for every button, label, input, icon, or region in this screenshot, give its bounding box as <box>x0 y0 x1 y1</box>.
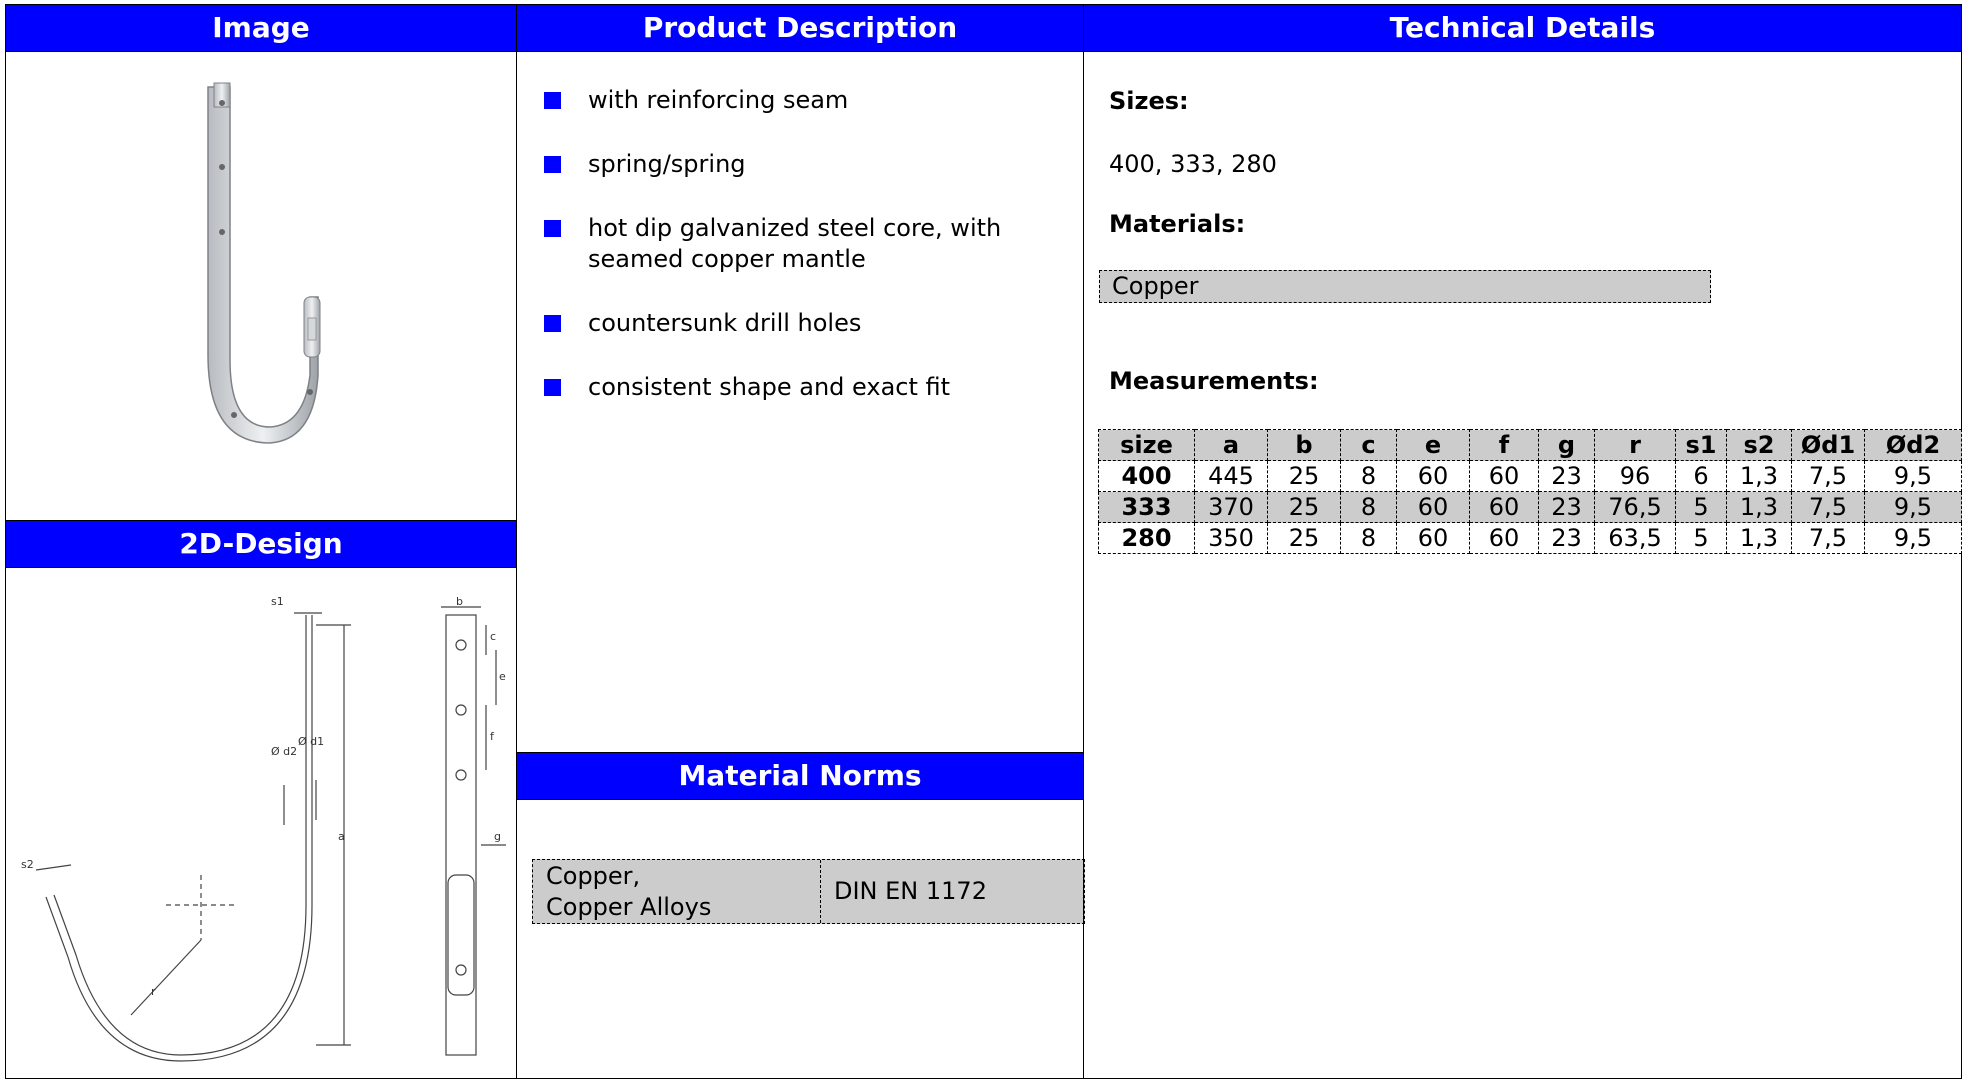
table-cell: 9,5 <box>1864 460 1962 492</box>
table-cell: 7,5 <box>1791 491 1865 523</box>
table-cell: 63,5 <box>1594 522 1676 554</box>
bullet-square-icon <box>544 220 561 237</box>
label-f: f <box>490 730 495 743</box>
label-g: g <box>494 830 501 843</box>
table-cell: 60 <box>1396 491 1470 523</box>
table-cell: 1,3 <box>1726 522 1792 554</box>
technical-header: Technical Details <box>1084 5 1961 52</box>
norms-header: Material Norms <box>517 752 1083 800</box>
table-cell: 60 <box>1469 491 1539 523</box>
col-header: e <box>1396 429 1470 461</box>
image-column: Image 2D-Design s1 s2 Ø d2 Ø d1 a r b c … <box>5 4 517 1079</box>
col-header: f <box>1469 429 1539 461</box>
material-value: Copper <box>1112 272 1199 300</box>
label-s2: s2 <box>21 858 34 871</box>
label-s1: s1 <box>271 595 284 608</box>
image-header: Image <box>6 5 516 52</box>
list-item: consistent shape and exact fit <box>542 372 1042 403</box>
table-cell: 1,3 <box>1726 491 1792 523</box>
description-list: with reinforcing seam spring/spring hot … <box>542 85 1042 436</box>
table-row: 333 370 25 8 60 60 23 76,5 5 1,3 7,5 9,5 <box>1098 491 1962 523</box>
design-header: 2D-Design <box>6 520 516 568</box>
list-item: countersunk drill holes <box>542 308 1042 339</box>
norm-standard: DIN EN 1172 <box>834 877 987 905</box>
table-cell: 333 <box>1098 491 1195 523</box>
bullet-square-icon <box>544 315 561 332</box>
table-cell: 5 <box>1675 491 1727 523</box>
table-cell: 280 <box>1098 522 1195 554</box>
table-cell: 23 <box>1538 491 1595 523</box>
table-cell: 8 <box>1340 522 1397 554</box>
col-header: s1 <box>1675 429 1727 461</box>
technical-drawing: s1 s2 Ø d2 Ø d1 a r b c e f g <box>21 595 506 1062</box>
table-cell: 7,5 <box>1791 522 1865 554</box>
table-cell: 7,5 <box>1791 460 1865 492</box>
col-header: c <box>1340 429 1397 461</box>
description-header: Product Description <box>517 5 1083 52</box>
col-header: g <box>1538 429 1595 461</box>
list-item: hot dip galvanized steel core, with seam… <box>542 213 1042 275</box>
table-cell: 60 <box>1469 522 1539 554</box>
table-cell: 96 <box>1594 460 1676 492</box>
col-header: Ød2 <box>1864 429 1962 461</box>
table-cell: 25 <box>1267 522 1341 554</box>
material-box: Copper <box>1099 270 1711 303</box>
list-item: spring/spring <box>542 149 1042 180</box>
table-cell: 25 <box>1267 460 1341 492</box>
sizes-value: 400, 333, 280 <box>1109 150 1277 178</box>
table-cell: 60 <box>1469 460 1539 492</box>
col-header: Ød1 <box>1791 429 1865 461</box>
table-cell: 370 <box>1194 491 1268 523</box>
col-header: size <box>1098 429 1195 461</box>
table-cell: 8 <box>1340 491 1397 523</box>
list-item: with reinforcing seam <box>542 85 1042 116</box>
col-header: r <box>1594 429 1676 461</box>
table-cell: 9,5 <box>1864 522 1962 554</box>
technical-column: Technical Details Sizes: 400, 333, 280 M… <box>1083 4 1962 1079</box>
norm-material: Copper, Copper Alloys <box>546 862 712 921</box>
col-header: a <box>1194 429 1268 461</box>
measurements-table: size a b c e f g r s1 s2 Ød1 Ød2 400 445… <box>1098 429 1962 554</box>
norms-divider <box>820 860 821 923</box>
table-cell: 6 <box>1675 460 1727 492</box>
label-e: e <box>499 670 506 683</box>
table-cell: 76,5 <box>1594 491 1676 523</box>
table-cell: 1,3 <box>1726 460 1792 492</box>
product-photo <box>207 82 321 444</box>
table-cell: 5 <box>1675 522 1727 554</box>
table-cell: 23 <box>1538 460 1595 492</box>
bullet-square-icon <box>544 379 561 396</box>
label-a: a <box>338 830 345 843</box>
table-cell: 8 <box>1340 460 1397 492</box>
table-cell: 25 <box>1267 491 1341 523</box>
col-header: b <box>1267 429 1341 461</box>
norms-table: Copper, Copper Alloys DIN EN 1172 <box>532 859 1085 924</box>
label-d1: Ø d1 <box>298 735 324 748</box>
label-r: r <box>151 985 156 998</box>
table-cell: 400 <box>1098 460 1195 492</box>
table-header-row: size a b c e f g r s1 s2 Ød1 Ød2 <box>1098 429 1962 461</box>
table-row: 400 445 25 8 60 60 23 96 6 1,3 7,5 9,5 <box>1098 460 1962 492</box>
bullet-square-icon <box>544 156 561 173</box>
table-cell: 23 <box>1538 522 1595 554</box>
materials-label: Materials: <box>1109 210 1246 238</box>
table-cell: 445 <box>1194 460 1268 492</box>
description-column: Product Description with reinforcing sea… <box>516 4 1085 1079</box>
table-row: 280 350 25 8 60 60 23 63,5 5 1,3 7,5 9,5 <box>1098 522 1962 554</box>
measurements-label: Measurements: <box>1109 367 1319 395</box>
label-b: b <box>456 595 463 608</box>
table-cell: 60 <box>1396 460 1470 492</box>
col-header: s2 <box>1726 429 1792 461</box>
table-cell: 60 <box>1396 522 1470 554</box>
sizes-label: Sizes: <box>1109 87 1189 115</box>
table-cell: 350 <box>1194 522 1268 554</box>
bullet-square-icon <box>544 92 561 109</box>
label-d2: Ø d2 <box>271 745 297 758</box>
table-cell: 9,5 <box>1864 491 1962 523</box>
label-c: c <box>490 630 496 643</box>
